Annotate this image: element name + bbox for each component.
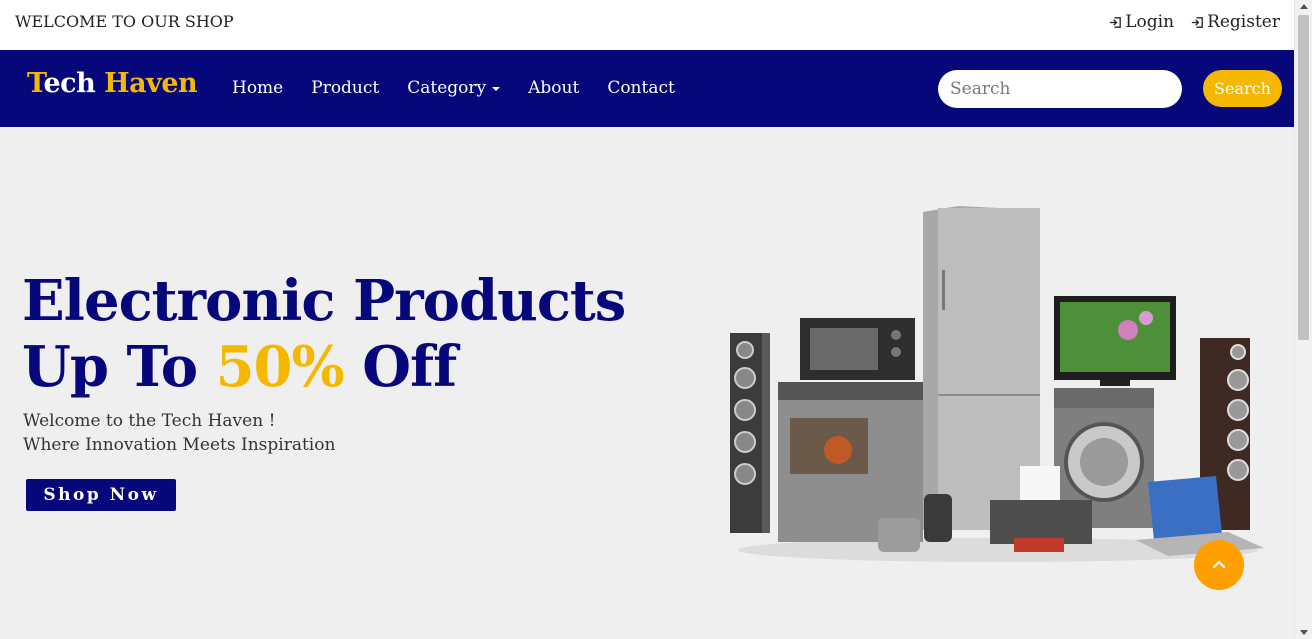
scroll-up-arrow-icon[interactable] xyxy=(1300,4,1308,9)
caret-down-icon xyxy=(492,87,501,91)
hero-heading: Electronic Products Up To 50% Off xyxy=(22,268,626,400)
back-to-top-button[interactable] xyxy=(1194,540,1244,590)
login-icon xyxy=(1110,16,1122,28)
brand-word-haven: Haven xyxy=(104,68,198,99)
nav-about[interactable]: About xyxy=(528,78,579,98)
top-bar: WELCOME TO OUR SHOP Login Register xyxy=(0,0,1294,50)
brand-word-tech: ech xyxy=(43,68,105,99)
hero-upto-text: Up To xyxy=(22,334,216,400)
hero-heading-line2: Up To 50% Off xyxy=(22,334,625,400)
hero-heading-line1: Electronic Products xyxy=(22,268,626,334)
nav-contact[interactable]: Contact xyxy=(607,78,675,98)
shop-now-button[interactable]: Shop Now xyxy=(26,479,176,511)
welcome-text: WELCOME TO OUR SHOP xyxy=(15,12,234,31)
login-link[interactable]: Login xyxy=(1108,12,1174,32)
nav-menu: Home Product Category About Contact xyxy=(232,78,675,98)
brand-logo[interactable]: Tech Haven xyxy=(27,68,198,99)
scrollbar-thumb[interactable] xyxy=(1298,15,1309,340)
brand-initial: T xyxy=(27,68,44,99)
main-navbar: Tech Haven Home Product Category About C… xyxy=(0,50,1294,127)
register-link[interactable]: Register xyxy=(1190,12,1280,32)
register-icon xyxy=(1191,16,1203,28)
nav-home[interactable]: Home xyxy=(232,78,283,98)
hero-off-text: Off xyxy=(343,334,457,400)
nav-category-dropdown[interactable]: Category xyxy=(407,78,501,98)
scroll-down-arrow-icon[interactable] xyxy=(1300,630,1308,635)
search-button[interactable]: Search xyxy=(1203,70,1282,107)
hero-subtitle-line2: Where Innovation Meets Inspiration xyxy=(23,435,336,455)
login-label: Login xyxy=(1125,12,1175,32)
auth-links: Login Register xyxy=(1108,12,1280,32)
hero-discount: 50% xyxy=(215,334,345,400)
search-input[interactable] xyxy=(938,70,1182,108)
electronics-hero-image xyxy=(730,206,1264,562)
left-speaker-image xyxy=(730,333,770,533)
tv-image xyxy=(1054,296,1176,386)
hero-subtitle-line1: Welcome to the Tech Haven ! xyxy=(23,411,276,431)
hero-subtitle: Welcome to the Tech Haven ! Where Innova… xyxy=(23,409,335,457)
chevron-up-icon xyxy=(1212,560,1226,569)
page-scrollbar[interactable] xyxy=(1294,0,1312,639)
nav-category-label: Category xyxy=(407,78,487,98)
nav-product[interactable]: Product xyxy=(311,78,379,98)
microwave-image xyxy=(800,318,915,380)
register-label: Register xyxy=(1207,12,1280,32)
